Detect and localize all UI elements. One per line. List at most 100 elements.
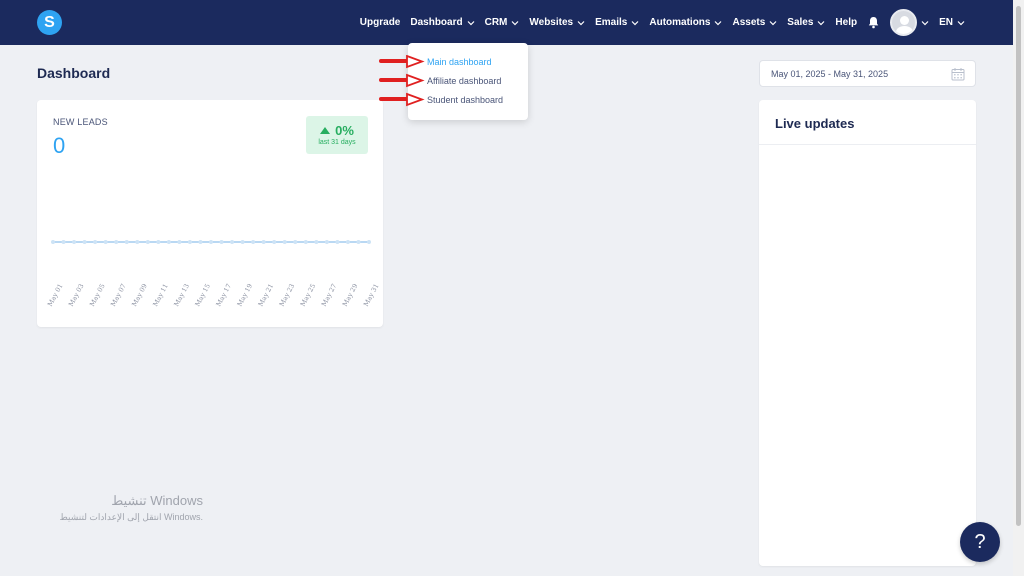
nav-item-upgrade[interactable]: Upgrade — [360, 17, 401, 28]
data-point[interactable] — [219, 240, 224, 244]
x-tick-label: May 21 — [257, 282, 276, 307]
data-point[interactable] — [124, 240, 129, 244]
nav-item-label: Emails — [595, 17, 628, 28]
nav-item-automations[interactable]: Automations — [649, 17, 722, 28]
data-point[interactable] — [261, 240, 266, 244]
user-avatar[interactable] — [890, 9, 918, 36]
data-point[interactable] — [72, 240, 77, 244]
data-point[interactable] — [251, 240, 256, 244]
new-leads-card: NEW LEADS 0 0% last 31 days May 01 May 03… — [37, 100, 383, 327]
chevron-down-icon — [511, 20, 519, 25]
nav-item-label: Automations — [649, 17, 711, 28]
chevron-down-icon — [715, 20, 722, 25]
data-point[interactable] — [135, 240, 140, 244]
live-updates-panel: Live updates — [759, 100, 976, 566]
avatar-body — [896, 26, 914, 34]
annotation-arrows — [379, 55, 425, 107]
data-point[interactable] — [240, 240, 245, 244]
x-tick-label: May 09 — [130, 282, 149, 307]
live-updates-title: Live updates — [775, 116, 855, 131]
chevron-down-icon — [631, 20, 639, 25]
chevron-down-icon — [921, 20, 929, 25]
x-tick-label: May 31 — [362, 282, 381, 307]
chevron-down-icon — [817, 20, 825, 25]
annotation-arrow-icon — [379, 55, 425, 69]
menu-item-affiliate-dashboard[interactable]: Affiliate dashboard — [427, 76, 501, 86]
x-tick-label: May 17 — [214, 282, 233, 307]
x-tick-label: May 05 — [88, 282, 107, 307]
nav-item-crm[interactable]: CRM — [485, 17, 520, 28]
nav-item-dashboard[interactable]: Dashboard — [410, 17, 475, 28]
data-point[interactable] — [230, 240, 235, 244]
data-point[interactable] — [209, 240, 213, 244]
x-tick-label: May 23 — [278, 282, 297, 307]
data-point[interactable] — [51, 240, 55, 244]
annotation-arrow-icon — [379, 92, 425, 107]
data-point[interactable] — [156, 240, 161, 244]
page-scrollbar[interactable] — [1013, 0, 1024, 576]
nav-item-help[interactable]: Help — [835, 17, 857, 28]
data-point[interactable] — [93, 240, 98, 244]
x-tick-label: May 27 — [320, 282, 339, 307]
nav-item-label: Help — [835, 17, 858, 28]
data-point[interactable] — [61, 240, 66, 244]
data-point[interactable] — [177, 240, 182, 244]
date-range-picker[interactable]: May 01, 2025 - May 31, 2025 — [759, 60, 976, 87]
data-point[interactable] — [82, 240, 87, 244]
x-tick-label: May 25 — [299, 282, 318, 307]
nav-item-label: CRM — [484, 17, 508, 28]
chevron-down-icon — [467, 20, 475, 25]
nav-item-label: Upgrade — [359, 17, 401, 28]
data-point[interactable] — [166, 240, 171, 244]
menu-item-student-dashboard[interactable]: Student dashboard — [427, 95, 503, 105]
avatar-head — [900, 16, 910, 25]
app-logo[interactable]: S — [37, 10, 62, 35]
dashboard-dropdown-menu: Main dashboard Affiliate dashboard Stude… — [408, 43, 528, 120]
data-point[interactable] — [282, 240, 287, 244]
nav-item-label: Assets — [732, 17, 766, 28]
nav-item-label: Sales — [787, 17, 814, 28]
nav-item-label: Dashboard — [410, 17, 463, 28]
calendar-icon — [951, 68, 965, 81]
nav-item-emails[interactable]: Emails — [595, 17, 639, 28]
x-tick-label: May 01 — [46, 282, 65, 307]
data-point[interactable] — [356, 240, 361, 244]
data-point[interactable] — [293, 240, 298, 244]
date-range-value: May 01, 2025 - May 31, 2025 — [771, 69, 889, 79]
x-tick-label: May 15 — [193, 282, 212, 307]
data-point[interactable] — [145, 240, 150, 244]
chevron-down-icon — [957, 20, 965, 25]
data-point[interactable] — [187, 240, 192, 244]
data-point[interactable] — [198, 240, 203, 244]
x-tick-label: May 19 — [236, 282, 255, 307]
notifications-bell-icon[interactable] — [867, 16, 880, 29]
language-selector[interactable]: EN — [921, 17, 965, 28]
top-nav-bar: S Upgrade Dashboard CRM Websites Emails Autom… — [0, 0, 1013, 45]
new-leads-chart: May 01 May 03 May 05 May 07 May 09 May 11 May … — [46, 240, 381, 308]
data-point[interactable] — [367, 240, 371, 244]
help-button[interactable]: ? — [960, 522, 1000, 562]
nav-item-assets[interactable]: Assets — [732, 17, 777, 28]
data-point[interactable] — [335, 240, 340, 244]
data-point[interactable] — [324, 240, 329, 244]
nav-item-websites[interactable]: Websites — [529, 17, 585, 28]
windows-activation-subtitle: انتقل إلى الإعدادات لتنشيط Windows. — [59, 512, 203, 522]
x-tick-label: May 13 — [172, 282, 191, 307]
chevron-down-icon — [577, 20, 585, 25]
x-tick-label: May 11 — [151, 282, 170, 307]
data-point[interactable] — [103, 240, 108, 244]
x-tick-label: May 29 — [341, 282, 360, 307]
data-point[interactable] — [272, 240, 277, 244]
language-label: EN — [939, 17, 953, 28]
page-title: Dashboard — [37, 65, 111, 81]
data-point[interactable] — [314, 240, 319, 244]
data-point[interactable] — [303, 240, 308, 244]
data-point[interactable] — [345, 240, 350, 244]
nav-item-label: Websites — [529, 17, 574, 28]
scrollbar-thumb[interactable] — [1016, 6, 1021, 526]
main-nav: Upgrade Dashboard CRM Websites Emails Automat… — [360, 0, 965, 45]
data-point[interactable] — [114, 240, 119, 244]
menu-item-main-dashboard[interactable]: Main dashboard — [427, 57, 492, 67]
nav-item-sales[interactable]: Sales — [787, 17, 825, 28]
x-tick-label: May 03 — [67, 282, 86, 307]
